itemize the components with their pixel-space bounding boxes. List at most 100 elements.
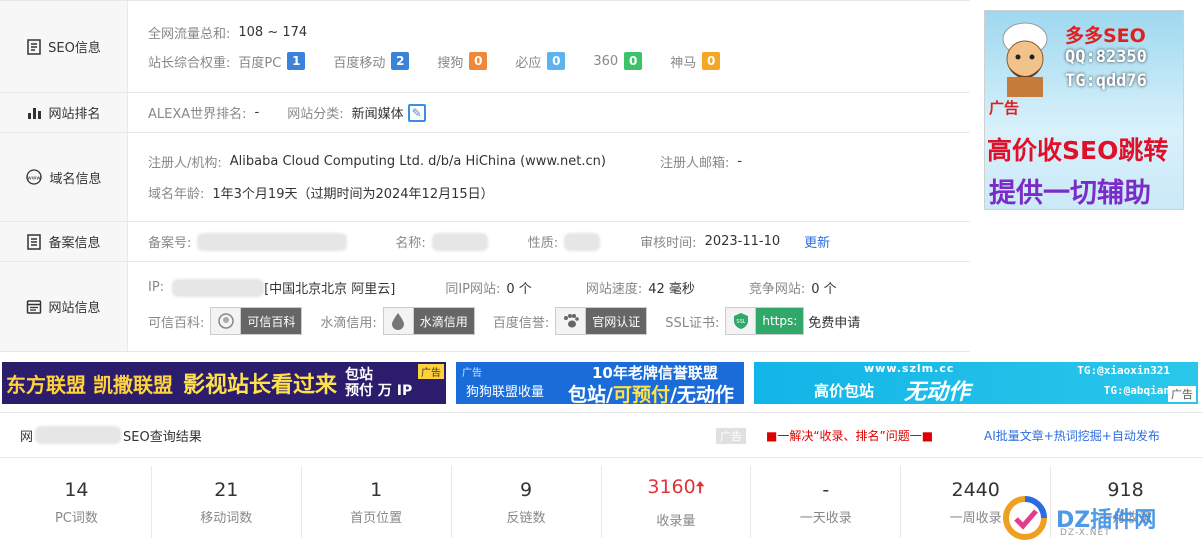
banner1-headline: 影视站长看过来 [182,373,337,398]
weight-baidu-mobile-badge[interactable]: 2 [391,52,410,70]
ssl-shield-icon: SSL [726,308,757,334]
domain-label: 域名信息 [49,171,102,187]
banner3-tg1: TG:@xiaoxin321 [1077,364,1170,377]
weight-baidu-mobile-name: 百度移动 [333,55,386,71]
review-time-value: 2023-11-10 [704,234,781,249]
alexa-value: - [254,105,260,120]
update-link[interactable]: 更新 [804,232,830,251]
result-ad-tag: 广告 [716,428,746,444]
email-value: - [737,154,743,169]
stat-mobile-keywords[interactable]: 21 移动词数 [152,466,302,538]
banner2-sub: 包站/可预付/无动作 [568,384,734,404]
site-name-redacted [35,426,122,444]
domain-age-value: 1年3个月19天（过期时间为2024年12月15日） [212,187,494,202]
weight-bing-name: 必应 [515,55,542,71]
ip-redacted [172,278,265,297]
icp-number-label: 备案号: [148,236,192,251]
edit-icon[interactable]: ✎ [407,103,426,122]
shuidi-badge-label: 水滴信用 [419,314,468,329]
icp-label: 备案信息 [48,236,101,251]
side-ad-tg: TG:qdd76 [1065,71,1147,91]
icp-nature-label: 性质: [527,236,559,251]
banner-ad-1[interactable]: 东方联盟 凯撒联盟 影视站长看过来 包站 预付 万 IP 广告 [2,362,446,404]
bar-chart-icon [28,107,42,119]
weight-label: 站长综合权重: [148,55,231,71]
seo-info-head: SEO信息 [0,1,128,92]
banner1-brand: 东方联盟 凯撒联盟 [6,372,173,397]
weights-line: 站长综合权重: 百度PC 1 百度移动 2 搜狗 0 必应 0 360 0 神马… [148,52,950,71]
cartoon-avatar-icon [1002,22,1048,97]
icp-number-redacted [197,232,348,251]
side-ad-line1: 高价收SEO跳转 [987,136,1169,165]
banner3-offer: 高价包站 [814,382,875,400]
watermark-sub: DZ-X.NET [1060,528,1111,538]
seo-info-row: SEO信息 全网流量总和: 108 ~ 174 站长综合权重: 百度PC 1 百… [0,1,970,93]
ssl-apply-link[interactable]: 免费申请 [808,312,860,331]
ai-article-ad-link[interactable]: AI批量文章+热词挖掘+自动发布 [984,427,1160,444]
banner-ads: 东方联盟 凯撒联盟 影视站长看过来 包站 预付 万 IP 广告 广告 狗狗联盟收量… [2,362,1200,404]
weight-baidu-pc-badge[interactable]: 1 [287,52,306,70]
seo-info-label: SEO信息 [48,41,101,56]
ranking-head: 网站排名 [0,93,128,132]
ssl-badge-label: https: [762,314,798,328]
water-drop-icon [383,308,414,334]
site-info-icon [27,299,42,314]
paw-icon [556,308,587,334]
banner2-tag: 广告 [462,368,482,379]
stat-indexed[interactable]: 3160🠅 收录量 [602,466,752,538]
baidu-trust-badge[interactable]: 官网认证 [555,307,648,335]
category-label: 网站分类: [287,107,344,122]
banner3-tag: 广告 [1168,386,1196,402]
speed-label: 网站速度: [585,282,643,297]
side-ad-tag: 广告 [989,99,1020,117]
arrow-up-icon: 🠅 [695,477,705,497]
domain-age-label: 域名年龄: [148,187,205,202]
document-icon [27,233,42,250]
site-info-table: SEO信息 全网流量总和: 108 ~ 174 站长综合权重: 百度PC 1 百… [0,0,970,352]
wiki-seal-icon [211,308,242,334]
weight-sogou-badge[interactable]: 0 [469,52,488,70]
side-ad[interactable]: 多多SEO QQ:82350 TG:qdd76 广告 高价收SEO跳转 提供一切… [984,10,1184,210]
icp-name-label: 名称: [395,236,426,251]
seo-result-title: 网 SEO查询结果 [20,426,202,445]
weight-360-badge[interactable]: 0 [624,52,643,70]
site-label: 网站信息 [48,301,101,316]
icp-row: 备案信息 备案号: 名称: 性质: 审核时间: 2023-11-10 更新 [0,222,970,262]
icp-nature-redacted [564,232,601,251]
stat-homepage-position[interactable]: 1 首页位置 [302,466,452,538]
icp-name-redacted [431,232,488,251]
weight-bing-badge[interactable]: 0 [547,52,566,70]
stat-backlinks[interactable]: 9 反链数 [452,466,602,538]
svg-text:SSL: SSL [736,319,745,325]
shuidi-badge[interactable]: 水滴信用 [382,307,475,335]
dz-logo-icon [1003,496,1047,540]
svg-text:www: www [28,176,42,182]
registrant-value: Alibaba Cloud Computing Ltd. d/b/a HiChi… [229,154,606,169]
speed-value: 42 毫秒 [648,282,695,297]
baidu-trust-badge-label: 官网认证 [592,314,641,329]
wiki-badge[interactable]: 可信百科 [210,307,303,335]
competitor-value[interactable]: 0 个 [811,278,836,297]
stat-indexed-day[interactable]: - 一天收录 [751,466,902,538]
index-ranking-ad-link[interactable]: ■一解决“收录、排名”问题一■ [766,427,933,444]
banner1-sub: 包站 预付 万 IP [344,367,413,399]
site-head: 网站信息 [0,262,128,351]
banner-ad-3[interactable]: www.szlm.cc 高价包站 无动作 TG:@xiaoxin321 TG:@… [754,362,1198,404]
category-value: 新闻媒体 [351,107,404,122]
same-ip-value[interactable]: 0 个 [506,278,531,297]
ranking-label: 网站排名 [48,107,101,122]
ssl-badge[interactable]: SSL https: [725,307,805,335]
traffic-label: 全网流量总和: [148,26,231,42]
stat-pc-keywords[interactable]: 14 PC词数 [2,466,152,538]
weight-sogou-name: 搜狗 [437,55,464,71]
weight-baidu-pc-name: 百度PC [238,55,282,71]
site-row: 网站信息 IP: [中国北京北京 阿里云] 同IP网站: 0 个 网站速度: 4… [0,262,970,352]
side-ad-qq: QQ:82350 [1065,47,1147,67]
banner-ad-2[interactable]: 广告 狗狗联盟收量 10年老牌信誉联盟 包站/可预付/无动作 [456,362,744,404]
seo-result-header: 网 SEO查询结果 广告 ■一解决“收录、排名”问题一■ AI批量文章+热词挖掘… [0,412,1203,458]
wiki-label: 可信百科: [148,315,205,331]
domain-row: www 域名信息 注册人/机构: Alibaba Cloud Computing… [0,133,970,222]
shuidi-label: 水滴信用: [320,315,377,331]
banner2-brand: 狗狗联盟收量 [466,384,545,400]
weight-shenma-badge[interactable]: 0 [702,52,721,70]
